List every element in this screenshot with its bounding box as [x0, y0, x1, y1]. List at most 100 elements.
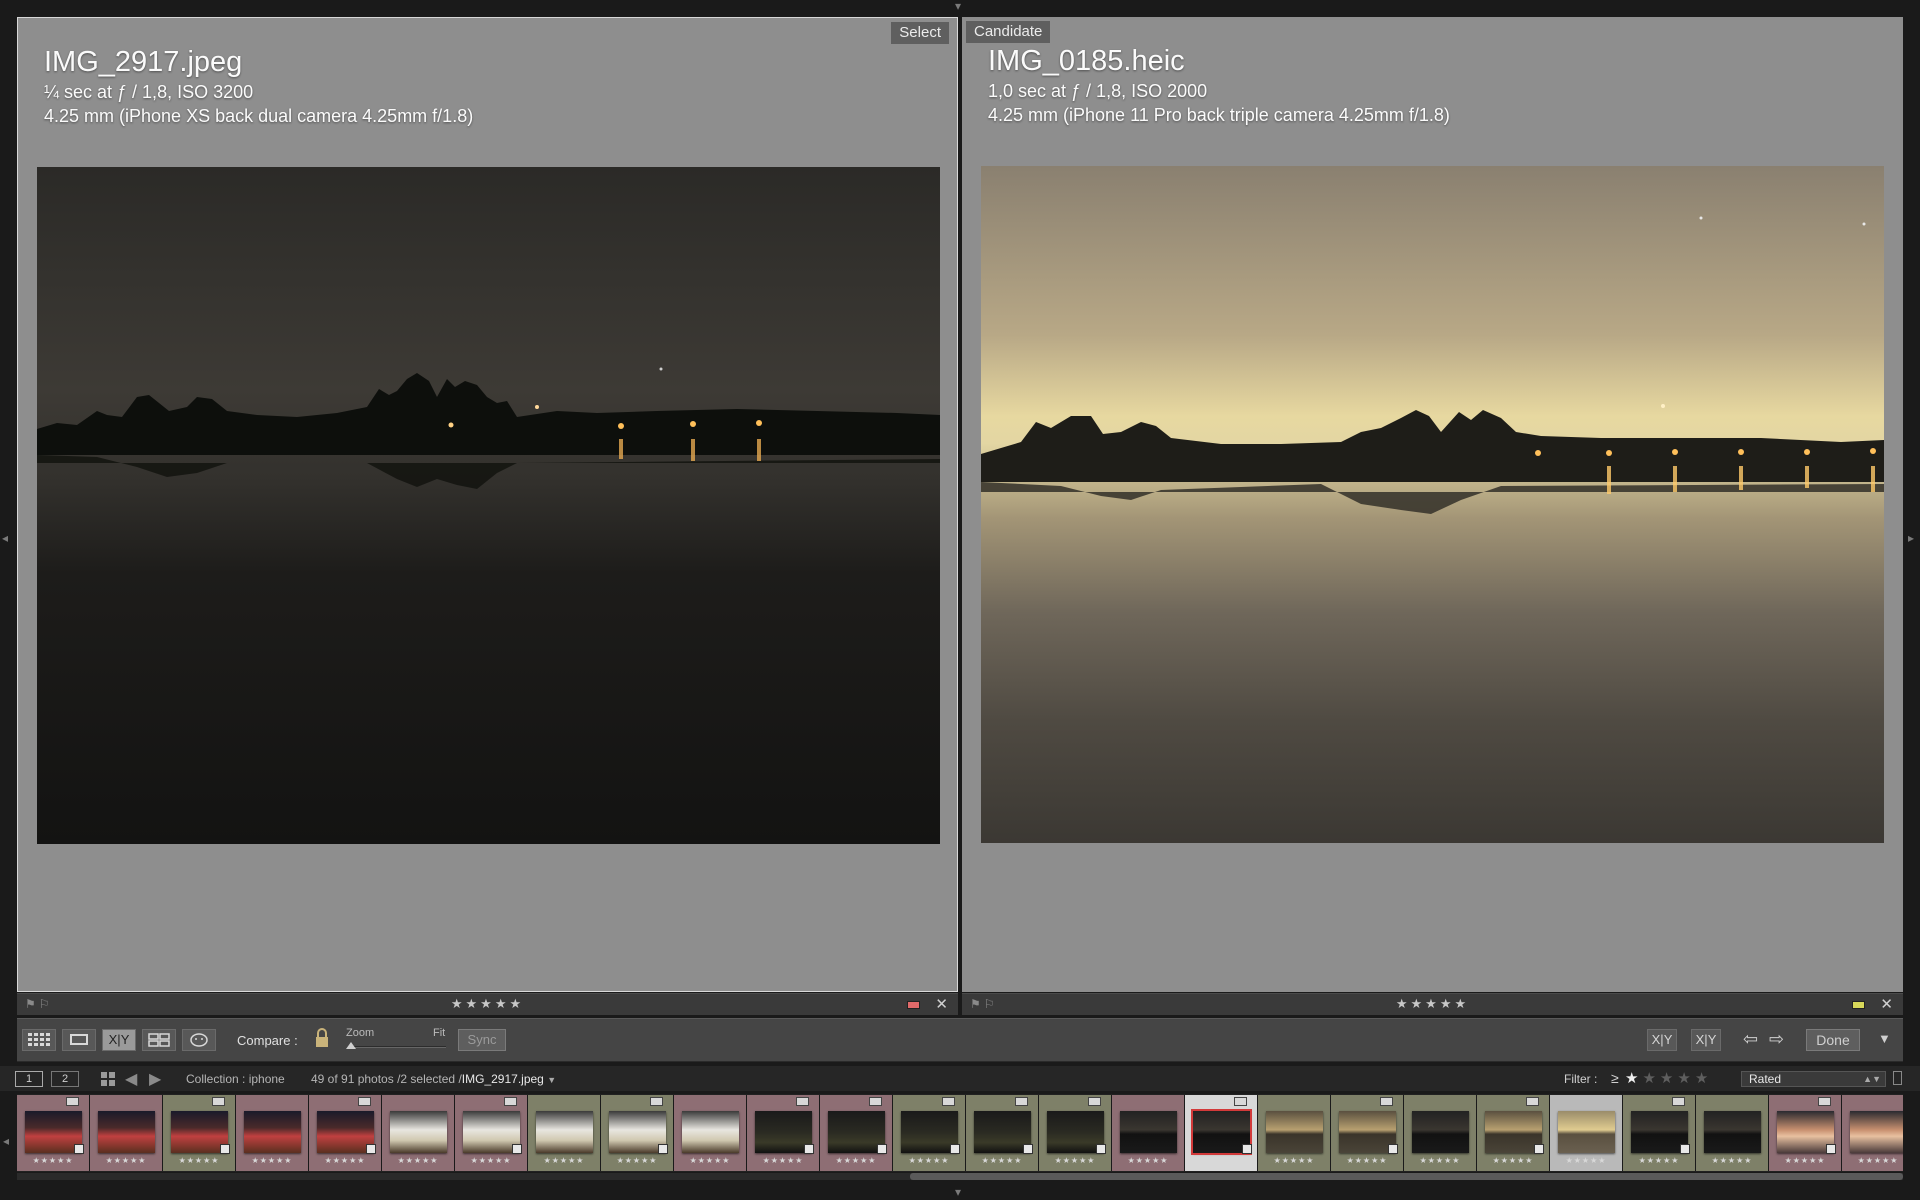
- select-pane[interactable]: Select IMG_2917.jpeg ¼ sec at ƒ / 1,8, I…: [17, 17, 958, 992]
- people-view-button[interactable]: [182, 1029, 216, 1051]
- filmstrip-thumbnail[interactable]: ★★★★★: [528, 1095, 601, 1171]
- select-filename: IMG_2917.jpeg: [44, 46, 243, 78]
- filmstrip-thumbnail[interactable]: ★★★★★: [455, 1095, 528, 1171]
- filmstrip-thumbnail[interactable]: ★★★★★: [1550, 1095, 1623, 1171]
- candidate-pane-footer: ⚑⚐ ★★★★★ ✕: [962, 993, 1903, 1015]
- metadata-badge-icon: [869, 1097, 882, 1106]
- metadata-badge-icon: [212, 1097, 225, 1106]
- thumbnail-rating-stars: ★★★★★: [105, 1156, 147, 1165]
- candidate-close-icon[interactable]: ✕: [1880, 995, 1893, 1013]
- filter-star[interactable]: ★: [1642, 1070, 1659, 1087]
- filmstrip-thumbnail[interactable]: ★★★★★: [1623, 1095, 1696, 1171]
- filmstrip-thumbnail[interactable]: ★★★★★: [90, 1095, 163, 1171]
- select-lens: 4.25 mm (iPhone XS back dual camera 4.25…: [44, 106, 474, 126]
- select-pane-footer: ⚑⚐ ★★★★★ ✕: [17, 993, 958, 1015]
- make-select-button[interactable]: X|Y: [1691, 1029, 1721, 1051]
- edit-badge-icon: [74, 1144, 84, 1154]
- filter-star[interactable]: ★: [1660, 1070, 1677, 1087]
- loupe-view-button[interactable]: [62, 1029, 96, 1051]
- filmstrip-thumbnail[interactable]: ★★★★★: [601, 1095, 674, 1171]
- forward-arrow-icon[interactable]: ▶: [149, 1069, 161, 1089]
- filmstrip-thumbnail[interactable]: ★★★★★: [382, 1095, 455, 1171]
- candidate-rating-stars[interactable]: ★★★★★: [962, 996, 1903, 1012]
- filmstrip-scroll-left-icon[interactable]: ◂: [3, 1135, 9, 1147]
- compare-view-button[interactable]: X|Y: [102, 1029, 136, 1051]
- metadata-badge-icon: [942, 1097, 955, 1106]
- filmstrip-thumbnail[interactable]: ★★★★★: [1112, 1095, 1185, 1171]
- filmstrip-thumbnail[interactable]: ★★★★★: [309, 1095, 382, 1171]
- secondary-window-button[interactable]: 2: [51, 1071, 79, 1087]
- sync-button[interactable]: Sync: [458, 1029, 506, 1051]
- main-window-button[interactable]: 1: [15, 1071, 43, 1087]
- metadata-badge-icon: [650, 1097, 663, 1106]
- filmstrip-thumbnail[interactable]: ★★★★★: [1769, 1095, 1842, 1171]
- survey-view-button[interactable]: [142, 1029, 176, 1051]
- people-view-icon: [190, 1033, 208, 1047]
- thumbnail-image: [1120, 1111, 1177, 1153]
- source-menu-chevron-icon[interactable]: ▼: [547, 1075, 556, 1085]
- grid-view-button[interactable]: [22, 1029, 56, 1051]
- thumbnail-rating-stars: ★★★★★: [981, 1156, 1023, 1165]
- lock-icon[interactable]: [314, 1027, 330, 1054]
- filmstrip-thumbnail[interactable]: ★★★★★: [820, 1095, 893, 1171]
- filmstrip-thumbnail[interactable]: ★★★★★: [1696, 1095, 1769, 1171]
- filter-star[interactable]: ★: [1695, 1070, 1712, 1087]
- filmstrip-thumbnail[interactable]: ★★★★★: [1842, 1095, 1903, 1171]
- swap-button[interactable]: X|Y: [1647, 1029, 1677, 1051]
- filter-star[interactable]: ★: [1625, 1070, 1642, 1087]
- metadata-badge-icon: [1088, 1097, 1101, 1106]
- filmstrip-thumbnail[interactable]: ★★★★★: [1331, 1095, 1404, 1171]
- filmstrip[interactable]: ★★★★★ ★★★★★ ★★★★★ ★★★★★ ★★★★★ ★★★★★ ★★★★★ ★★★★★…: [17, 1094, 1903, 1172]
- filmstrip-thumbnail[interactable]: ★★★★★: [747, 1095, 820, 1171]
- zoom-slider-thumb[interactable]: [346, 1042, 356, 1049]
- metadata-badge-icon: [1672, 1097, 1685, 1106]
- filter-operator[interactable]: ≥: [1611, 1070, 1619, 1086]
- filmstrip-thumbnail[interactable]: ★★★★★: [1477, 1095, 1550, 1171]
- fit-label[interactable]: Fit: [433, 1027, 445, 1039]
- loupe-view-icon: [70, 1034, 88, 1045]
- filmstrip-thumbnail[interactable]: ★★★★★: [893, 1095, 966, 1171]
- filter-select[interactable]: Rated ▲▼: [1741, 1071, 1886, 1087]
- filter-rating-stars[interactable]: ★★★★★: [1625, 1069, 1712, 1087]
- select-color-label[interactable]: [907, 1001, 920, 1009]
- back-arrow-icon[interactable]: ◀: [125, 1069, 137, 1089]
- candidate-tag: Candidate: [966, 21, 1051, 43]
- filmstrip-thumbnail[interactable]: ★★★★★: [1258, 1095, 1331, 1171]
- survey-view-icon: [148, 1033, 170, 1047]
- filmstrip-thumbnail[interactable]: ★★★★★: [1404, 1095, 1477, 1171]
- grid-icon[interactable]: [101, 1072, 115, 1091]
- filmstrip-thumbnail[interactable]: ★★★★★: [1039, 1095, 1112, 1171]
- filter-lock-icon[interactable]: [1893, 1071, 1902, 1085]
- edit-badge-icon: [220, 1144, 230, 1154]
- filmstrip-scrollbar-thumb[interactable]: [910, 1173, 1903, 1180]
- left-panel-toggle-icon[interactable]: ◂: [2, 532, 8, 544]
- filmstrip-thumbnail[interactable]: ★★★★★: [17, 1095, 90, 1171]
- edit-badge-icon: [804, 1144, 814, 1154]
- candidate-color-label[interactable]: [1852, 1001, 1865, 1009]
- select-close-icon[interactable]: ✕: [935, 995, 948, 1013]
- thumbnail-rating-stars: ★★★★★: [1054, 1156, 1096, 1165]
- filter-star[interactable]: ★: [1677, 1070, 1694, 1087]
- collection-label: Collection : iphone: [186, 1072, 285, 1086]
- filmstrip-thumbnail[interactable]: ★★★★★: [966, 1095, 1039, 1171]
- previous-photo-icon[interactable]: ⇦: [1743, 1029, 1758, 1049]
- next-photo-icon[interactable]: ⇨: [1769, 1029, 1784, 1049]
- right-panel-toggle-icon[interactable]: ▸: [1908, 532, 1914, 544]
- filmstrip-thumbnail[interactable]: ★★★★★: [674, 1095, 747, 1171]
- zoom-slider[interactable]: [350, 1046, 446, 1048]
- photo-count-label[interactable]: 49 of 91 photos /2 selected /IMG_2917.jp…: [311, 1072, 556, 1086]
- lightroom-compare-view: ▾ ◂ ▸ ▾ Select IMG_2917.jpeg ¼ sec at ƒ …: [0, 0, 1920, 1200]
- filmstrip-thumbnail[interactable]: ★★★★★: [236, 1095, 309, 1171]
- filmstrip-thumbnail[interactable]: ★★★★★: [163, 1095, 236, 1171]
- top-panel-toggle-icon[interactable]: ▾: [955, 0, 961, 12]
- candidate-pane[interactable]: Candidate IMG_0185.heic 1,0 sec at ƒ / 1…: [962, 17, 1903, 992]
- select-photo[interactable]: [37, 167, 940, 844]
- toolbar-menu-chevron-icon[interactable]: ▼: [1878, 1031, 1891, 1046]
- done-button[interactable]: Done: [1806, 1029, 1860, 1051]
- filmstrip-thumbnail[interactable]: ★★★★★: [1185, 1095, 1258, 1171]
- bottom-panel-toggle-icon[interactable]: ▾: [955, 1186, 961, 1198]
- candidate-photo[interactable]: [981, 166, 1884, 843]
- select-rating-stars[interactable]: ★★★★★: [17, 996, 958, 1012]
- thumbnail-rating-stars: ★★★★★: [835, 1156, 877, 1165]
- candidate-lens: 4.25 mm (iPhone 11 Pro back triple camer…: [988, 105, 1450, 125]
